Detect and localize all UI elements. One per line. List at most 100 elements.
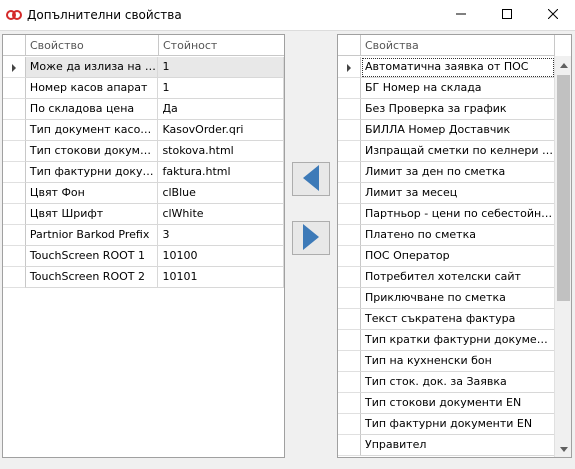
list-item[interactable]: Текст съкратена фактура	[338, 309, 571, 330]
table-row[interactable]: TouchScreen ROOT 1 10100	[3, 246, 284, 267]
value-cell[interactable]: 3	[158, 225, 284, 246]
list-item[interactable]: БГ Номер на склада	[338, 78, 571, 99]
maximize-button[interactable]	[484, 0, 530, 30]
list-item[interactable]: Потребител хотелски сайт	[338, 267, 571, 288]
list-item[interactable]: Партньор - цени по себестойност	[338, 204, 571, 225]
list-item[interactable]: Тип на кухненски бон	[338, 351, 571, 372]
property-cell[interactable]: Управител	[361, 435, 555, 456]
property-cell[interactable]: Цвят Фон	[25, 183, 159, 204]
column-header-property[interactable]: Свойство	[26, 35, 159, 56]
value-cell[interactable]: 1	[158, 78, 284, 99]
property-cell[interactable]: Цвят Шрифт	[25, 204, 159, 225]
row-selector[interactable]	[3, 267, 26, 288]
value-cell[interactable]: clBlue	[158, 183, 284, 204]
property-cell[interactable]: Тип стокови документи	[25, 141, 159, 162]
row-selector[interactable]	[3, 204, 26, 225]
scroll-thumb[interactable]	[557, 75, 570, 301]
row-selector[interactable]	[3, 183, 26, 204]
row-selector[interactable]	[3, 141, 26, 162]
property-cell[interactable]: Автоматична заявка от ПОС	[361, 57, 555, 78]
property-cell[interactable]: Тип фактурни документи EN	[361, 414, 555, 435]
row-selector[interactable]	[3, 120, 26, 141]
value-cell[interactable]: clWhite	[158, 204, 284, 225]
row-selector[interactable]	[338, 309, 361, 330]
property-cell[interactable]: Тип фактурни докуме...	[25, 162, 159, 183]
value-cell[interactable]: 10100	[158, 246, 284, 267]
list-item[interactable]: Тип сток. док. за Заявка	[338, 372, 571, 393]
row-selector[interactable]	[3, 78, 26, 99]
list-item[interactable]: Без Проверка за график	[338, 99, 571, 120]
table-row[interactable]: По складова цена Да	[3, 99, 284, 120]
row-selector[interactable]	[338, 141, 361, 162]
close-button[interactable]	[530, 0, 575, 30]
property-cell[interactable]: Потребител хотелски сайт	[361, 267, 555, 288]
move-left-button[interactable]	[292, 162, 330, 196]
table-row[interactable]: Може да излиза на ми... 1	[3, 57, 284, 78]
row-selector[interactable]	[338, 267, 361, 288]
property-cell[interactable]: По складова цена	[25, 99, 159, 120]
move-right-button[interactable]	[292, 221, 330, 255]
vertical-scrollbar[interactable]	[554, 56, 571, 457]
row-selector[interactable]	[338, 414, 361, 435]
table-row[interactable]: Тип документ касови ... KasovOrder.qri	[3, 120, 284, 141]
row-selector[interactable]	[338, 246, 361, 267]
property-cell[interactable]: Приключване по сметка	[361, 288, 555, 309]
list-item[interactable]: Лимит за месец	[338, 183, 571, 204]
available-properties-grid[interactable]: Свойства Автоматична заявка от ПОС БГ Но…	[337, 34, 572, 458]
row-selector[interactable]	[338, 351, 361, 372]
value-cell[interactable]: Да	[158, 99, 284, 120]
value-cell[interactable]: 10101	[158, 267, 284, 288]
property-cell[interactable]: БГ Номер на склада	[361, 78, 555, 99]
property-cell[interactable]: Партньор - цени по себестойност	[361, 204, 555, 225]
list-item[interactable]: Управител	[338, 435, 571, 456]
property-cell[interactable]: Тип на кухненски бон	[361, 351, 555, 372]
property-cell[interactable]: Тип сток. док. за Заявка	[361, 372, 555, 393]
properties-value-grid[interactable]: Свойство Стойност Може да излиза на ми..…	[2, 34, 285, 458]
list-item[interactable]: Изпращай сметки по келнери на м...	[338, 141, 571, 162]
property-cell[interactable]: Може да излиза на ми...	[25, 57, 159, 78]
row-selector[interactable]	[338, 372, 361, 393]
value-cell[interactable]: faktura.html	[158, 162, 284, 183]
row-selector[interactable]	[338, 120, 361, 141]
list-item[interactable]: БИЛЛА Номер Доставчик	[338, 120, 571, 141]
list-item[interactable]: Тип фактурни документи EN	[338, 414, 571, 435]
property-cell[interactable]: TouchScreen ROOT 1	[25, 246, 159, 267]
scroll-up-button[interactable]	[555, 56, 572, 73]
list-item[interactable]: ПОС Оператор	[338, 246, 571, 267]
table-row[interactable]: Цвят Шрифт clWhite	[3, 204, 284, 225]
row-selector[interactable]	[338, 99, 361, 120]
scroll-down-button[interactable]	[555, 440, 572, 457]
row-selector[interactable]	[3, 57, 26, 78]
row-selector[interactable]	[338, 435, 361, 456]
row-selector[interactable]	[338, 183, 361, 204]
property-cell[interactable]: Лимит за месец	[361, 183, 555, 204]
property-cell[interactable]: ПОС Оператор	[361, 246, 555, 267]
row-selector[interactable]	[3, 225, 26, 246]
row-selector[interactable]	[338, 225, 361, 246]
row-selector[interactable]	[3, 162, 26, 183]
value-cell[interactable]: 1	[158, 57, 284, 78]
property-cell[interactable]: Без Проверка за график	[361, 99, 555, 120]
property-cell[interactable]: БИЛЛА Номер Доставчик	[361, 120, 555, 141]
row-selector[interactable]	[3, 246, 26, 267]
property-cell[interactable]: TouchScreen ROOT 2	[25, 267, 159, 288]
row-selector[interactable]	[338, 393, 361, 414]
table-row[interactable]: Partnior Barkod Prefix 3	[3, 225, 284, 246]
property-cell[interactable]: Тип стокови документи EN	[361, 393, 555, 414]
table-row[interactable]: Тип фактурни докуме... faktura.html	[3, 162, 284, 183]
row-selector[interactable]	[338, 78, 361, 99]
row-selector[interactable]	[338, 288, 361, 309]
list-item[interactable]: Тип стокови документи EN	[338, 393, 571, 414]
table-row[interactable]: Тип стокови документи stokova.html	[3, 141, 284, 162]
property-cell[interactable]: Текст съкратена фактура	[361, 309, 555, 330]
value-cell[interactable]: stokova.html	[158, 141, 284, 162]
table-row[interactable]: Номер касов апарат 1	[3, 78, 284, 99]
row-selector[interactable]	[3, 99, 26, 120]
row-selector[interactable]	[338, 162, 361, 183]
property-cell[interactable]: Тип документ касови ...	[25, 120, 159, 141]
value-cell[interactable]: KasovOrder.qri	[158, 120, 284, 141]
table-row[interactable]: Цвят Фон clBlue	[3, 183, 284, 204]
row-selector[interactable]	[338, 57, 361, 78]
property-cell[interactable]: Платено по сметка	[361, 225, 555, 246]
property-cell[interactable]: Тип кратки фактурни документи	[361, 330, 555, 351]
